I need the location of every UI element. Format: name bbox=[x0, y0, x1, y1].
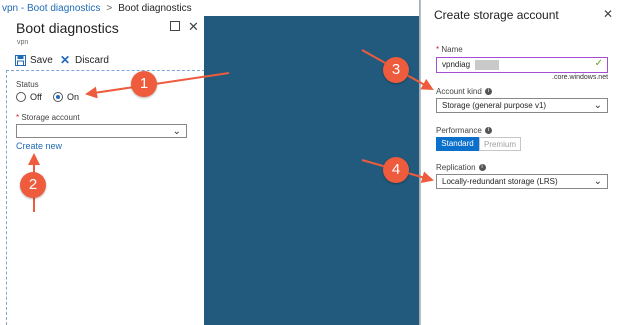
annotation-badge-2: 2 bbox=[20, 172, 46, 198]
annotation-badge-4: 4 bbox=[383, 157, 409, 183]
arrow-1 bbox=[85, 72, 230, 99]
annotation-badge-3: 3 bbox=[383, 57, 409, 83]
annotation-arrows bbox=[28, 49, 434, 212]
annotation-badge-1: 1 bbox=[131, 71, 157, 97]
